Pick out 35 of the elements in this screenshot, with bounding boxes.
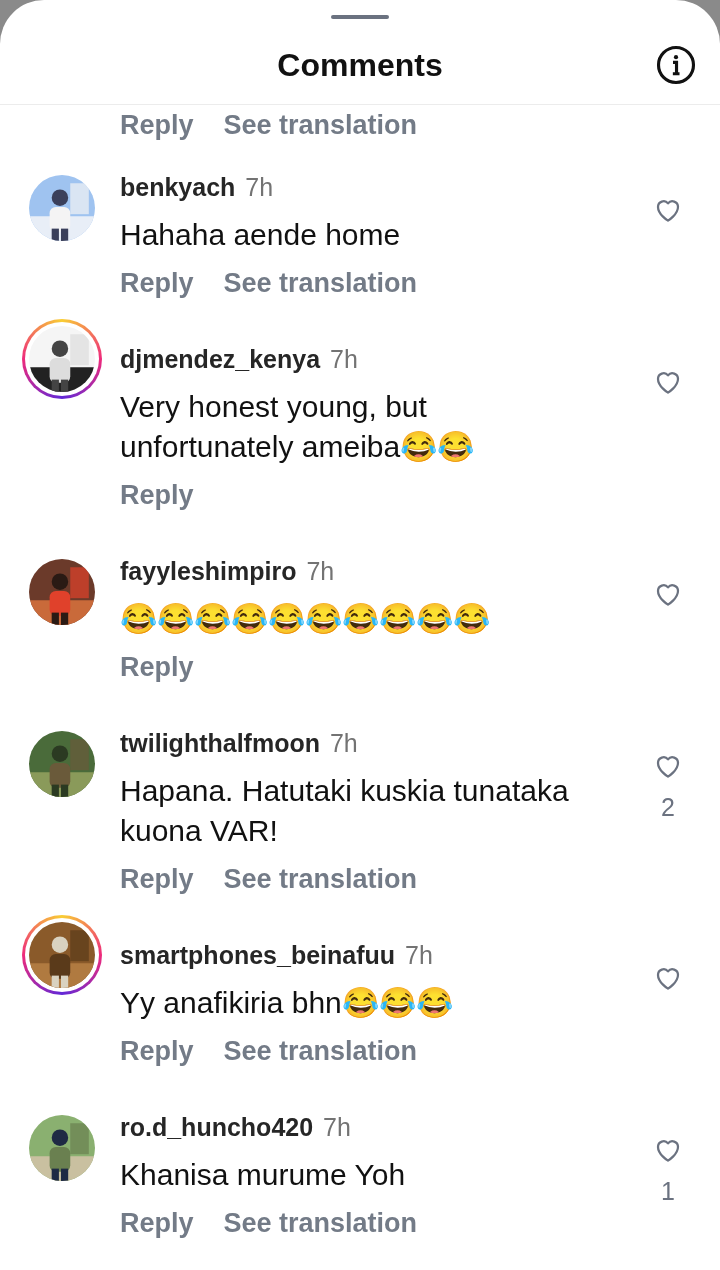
comment-text: Khanisa murume Yoh: [120, 1157, 407, 1193]
reply-link[interactable]: Reply: [120, 104, 194, 146]
comment-text: 😂😂😂😂😂😂😂😂😂😂: [120, 601, 491, 637]
see-translation-link[interactable]: See translation: [223, 262, 418, 304]
username[interactable]: smartphones_beinafuu: [120, 935, 396, 975]
like-count: 2: [661, 792, 675, 823]
username[interactable]: benkyach: [120, 167, 236, 207]
see-translation-link[interactable]: See translation: [223, 104, 418, 146]
comment-text: Yy anafikiria bhn😂😂😂: [120, 985, 454, 1021]
comment-time: 7h: [405, 940, 433, 971]
like-count: 1: [661, 1176, 675, 1207]
reply-link[interactable]: Reply: [120, 262, 194, 304]
username[interactable]: twilighthalfmoon: [120, 723, 320, 763]
reply-link[interactable]: Reply: [120, 858, 194, 900]
comment-time: 7h: [306, 556, 335, 587]
see-translation-link[interactable]: See translation: [223, 1202, 418, 1244]
reply-link[interactable]: Reply: [120, 646, 194, 688]
see-translation-link[interactable]: See translation: [223, 858, 418, 900]
comment-time: 7h: [245, 172, 274, 203]
comment-text: Very honest young, but unfortunately ameiba😂😂: [120, 389, 476, 465]
username[interactable]: ro.d_huncho420: [120, 1107, 314, 1147]
reply-link[interactable]: Reply: [120, 1202, 194, 1244]
reply-link[interactable]: Reply: [120, 1030, 194, 1072]
info-icon[interactable]: [655, 44, 697, 86]
sheet-title: Comments: [277, 46, 443, 85]
drag-handle[interactable]: [331, 15, 389, 19]
username[interactable]: fayyleshimpiro: [120, 551, 297, 591]
comment-time: 7h: [329, 728, 358, 759]
reply-link[interactable]: Reply: [120, 474, 194, 516]
comment-text: Hapana. Hatutaki kuskia tunataka kuona VAR!: [120, 773, 570, 849]
comment-time: 7h: [330, 344, 358, 375]
comment-time: 7h: [323, 1112, 351, 1143]
see-translation-link[interactable]: See translation: [223, 1030, 418, 1072]
comment-text: Hahaha aende home: [120, 217, 402, 253]
username[interactable]: djmendez_kenya: [120, 339, 321, 379]
